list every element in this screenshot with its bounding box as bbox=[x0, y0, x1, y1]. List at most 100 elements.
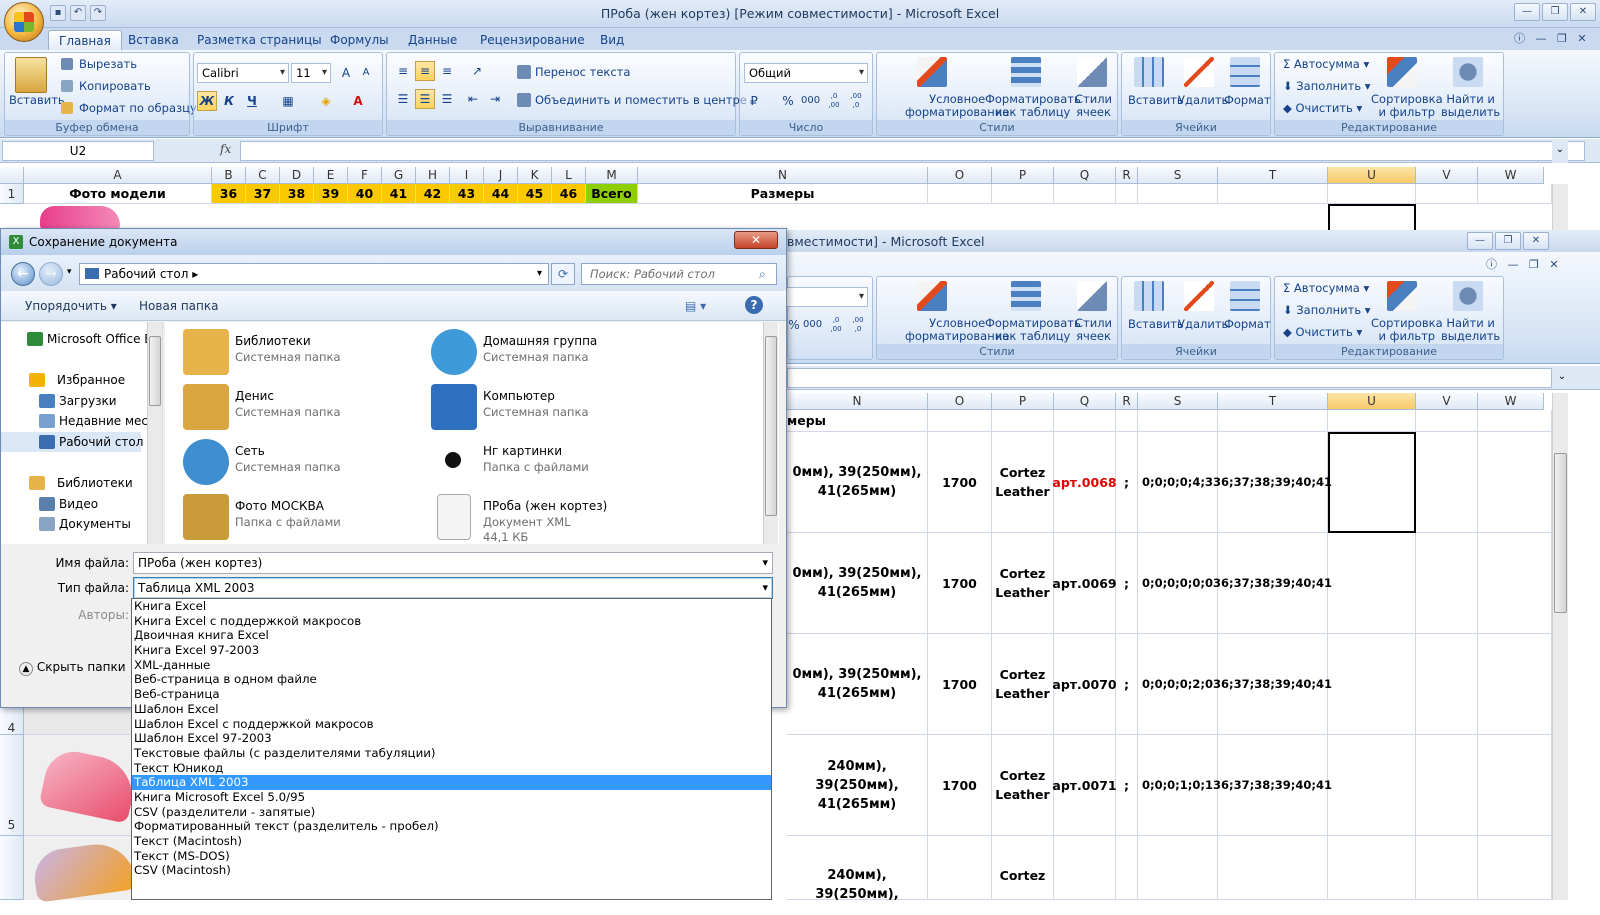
cell-W1[interactable] bbox=[1478, 184, 1552, 204]
decrease-decimal-button[interactable]: ,00 ,0 bbox=[846, 91, 866, 111]
file-item[interactable]: Библиотеки Системная папка bbox=[183, 326, 423, 380]
nav-item[interactable]: Избранное bbox=[1, 370, 125, 390]
second-col-header-T[interactable]: T bbox=[1218, 393, 1328, 410]
col-header-K[interactable]: K bbox=[518, 167, 552, 184]
orientation-icon[interactable]: ↗ bbox=[467, 61, 487, 81]
tab-page-layout[interactable]: Разметка страницы bbox=[187, 30, 332, 50]
number-format-select[interactable]: Общий bbox=[744, 63, 868, 83]
second-cell-W1[interactable] bbox=[1478, 410, 1552, 432]
cell-price[interactable]: 1700 bbox=[928, 533, 992, 634]
second-autosum-button[interactable]: Σ Автосумма ▾ bbox=[1283, 281, 1369, 295]
redo-icon[interactable]: ↷ bbox=[90, 5, 106, 21]
thousands-button[interactable]: 000 bbox=[800, 91, 820, 111]
second-cell-T1[interactable] bbox=[1218, 410, 1328, 432]
nav-scroll-thumb[interactable] bbox=[149, 336, 161, 406]
second-restore-button[interactable]: ❐ bbox=[1495, 232, 1521, 250]
cell-styles-button[interactable]: Стили ячеек bbox=[1075, 93, 1112, 119]
align-middle-icon[interactable]: ≡ bbox=[415, 61, 435, 81]
back-icon[interactable]: ← bbox=[11, 262, 35, 286]
cell-U[interactable] bbox=[1328, 634, 1416, 735]
address-bar[interactable]: Рабочий стол ▸ ▾ bbox=[79, 263, 549, 285]
second-inc-decimal-button[interactable]: ,0 ,00 bbox=[826, 315, 846, 335]
cell-Q1[interactable] bbox=[1054, 184, 1116, 204]
filetype-option[interactable]: Книга Excel bbox=[132, 599, 771, 614]
font-color-icon[interactable]: A bbox=[348, 91, 368, 111]
nav-item[interactable]: Библиотеки bbox=[1, 473, 133, 493]
cell-P1[interactable] bbox=[992, 184, 1054, 204]
select-all-corner[interactable] bbox=[0, 167, 24, 184]
save-icon[interactable]: ▪ bbox=[50, 5, 66, 21]
file-item[interactable]: Компьютер Системная папка bbox=[431, 381, 671, 435]
cell-article[interactable]: арт.0071 bbox=[1052, 735, 1117, 836]
col-header-J[interactable]: J bbox=[484, 167, 518, 184]
second-fill-button[interactable]: ⬇ Заполнить ▾ bbox=[1283, 303, 1371, 317]
col-header-W[interactable]: W bbox=[1478, 167, 1544, 184]
address-dropdown-icon[interactable]: ▾ bbox=[537, 264, 542, 284]
cell-separator[interactable]: ; bbox=[1116, 634, 1138, 735]
col-header-B[interactable]: B bbox=[212, 167, 246, 184]
second-sort-button[interactable]: Сортировка и фильтр bbox=[1371, 317, 1443, 343]
filetype-select[interactable]: Таблица XML 2003 bbox=[133, 577, 773, 599]
cell-V[interactable] bbox=[1416, 735, 1478, 836]
format-as-table-button[interactable]: Форматировать как таблицу bbox=[985, 93, 1081, 119]
second-col-header-V[interactable]: V bbox=[1416, 393, 1478, 410]
cell-article[interactable]: арт.0068 bbox=[1052, 432, 1117, 533]
filetype-option[interactable]: Книга Excel 97-2003 bbox=[132, 643, 771, 658]
format-painter-button[interactable]: Формат по образцу bbox=[79, 101, 197, 115]
cell-price[interactable]: 1700 bbox=[928, 634, 992, 735]
cell-model[interactable]: Cortez bbox=[992, 836, 1054, 900]
view-options-icon[interactable]: ▤ ▾ bbox=[685, 299, 706, 313]
cell-stock[interactable]: 0;0;0;0;2;0 bbox=[1138, 634, 1218, 735]
restore-button[interactable]: ❐ bbox=[1542, 3, 1568, 21]
filename-input[interactable]: ПРоба (жен кортез) bbox=[133, 552, 773, 574]
col-header-V[interactable]: V bbox=[1416, 167, 1478, 184]
filetype-option[interactable]: Книга Excel с поддержкой макросов bbox=[132, 614, 771, 629]
cell-model[interactable]: Cortez Leather bbox=[992, 533, 1054, 634]
col-header-M[interactable]: M bbox=[586, 167, 638, 184]
font-name-select[interactable]: Calibri bbox=[197, 63, 289, 83]
active-cell-U2[interactable] bbox=[1328, 204, 1416, 230]
insert-cells-button[interactable]: Вставить bbox=[1128, 93, 1184, 107]
forward-icon[interactable]: → bbox=[39, 262, 63, 286]
cell-U1[interactable] bbox=[1328, 184, 1416, 204]
cell-size-list[interactable]: 36;37;38;39;40;41 bbox=[1213, 634, 1332, 735]
tab-formulas[interactable]: Формулы bbox=[320, 30, 399, 50]
minimize-button[interactable]: — bbox=[1514, 3, 1540, 21]
row-header-6[interactable] bbox=[0, 836, 24, 900]
name-box[interactable]: U2 bbox=[2, 141, 154, 161]
second-thousands-button[interactable]: 000 bbox=[802, 315, 822, 335]
expand-formula-icon[interactable]: ⌄ bbox=[1552, 139, 1568, 163]
nav-item[interactable]: Загрузки bbox=[1, 391, 117, 411]
delete-cells-button[interactable]: Удалить bbox=[1178, 93, 1228, 107]
tab-home[interactable]: Главная bbox=[48, 30, 122, 50]
cell-V[interactable] bbox=[1416, 634, 1478, 735]
cell-size-list[interactable] bbox=[1218, 836, 1328, 900]
second-col-header-P[interactable]: P bbox=[992, 393, 1054, 410]
col-header-U[interactable]: U bbox=[1328, 167, 1416, 184]
filetype-option[interactable]: Двоичная книга Excel bbox=[132, 628, 771, 643]
formula-input[interactable] bbox=[240, 141, 1585, 161]
filetype-option[interactable]: Веб-страница bbox=[132, 687, 771, 702]
col-header-P[interactable]: P bbox=[992, 167, 1054, 184]
sort-filter-button[interactable]: Сортировка и фильтр bbox=[1371, 93, 1443, 119]
cell-V[interactable] bbox=[1416, 432, 1478, 533]
tab-data[interactable]: Данные bbox=[398, 30, 467, 50]
nav-item[interactable]: Microsoft Office Ex bbox=[1, 329, 159, 349]
second-expand-icon[interactable]: ⌄ bbox=[1554, 366, 1570, 388]
align-center-icon[interactable]: ☰ bbox=[415, 89, 435, 109]
second-cell-U1[interactable] bbox=[1328, 410, 1416, 432]
restore-icon[interactable]: ❐ bbox=[1557, 32, 1567, 45]
help-button[interactable]: ? bbox=[745, 296, 763, 314]
filetype-option[interactable]: Шаблон Excel 97-2003 bbox=[132, 731, 771, 746]
cell-size-40[interactable]: 40 bbox=[348, 184, 382, 204]
percent-button[interactable]: % bbox=[778, 91, 798, 111]
second-close-button[interactable]: ✕ bbox=[1523, 232, 1549, 250]
close-button[interactable]: ✕ bbox=[1570, 3, 1596, 21]
fill-color-icon[interactable]: ◈ bbox=[316, 91, 336, 111]
format-cells-button[interactable]: Формат bbox=[1224, 93, 1271, 107]
cell-separator[interactable]: ; bbox=[1116, 533, 1138, 634]
align-top-icon[interactable]: ≡ bbox=[393, 61, 413, 81]
breadcrumb-arrow-icon[interactable]: ▸ bbox=[192, 267, 198, 281]
cell-W[interactable] bbox=[1478, 634, 1552, 735]
cell-separator[interactable] bbox=[1116, 836, 1138, 900]
